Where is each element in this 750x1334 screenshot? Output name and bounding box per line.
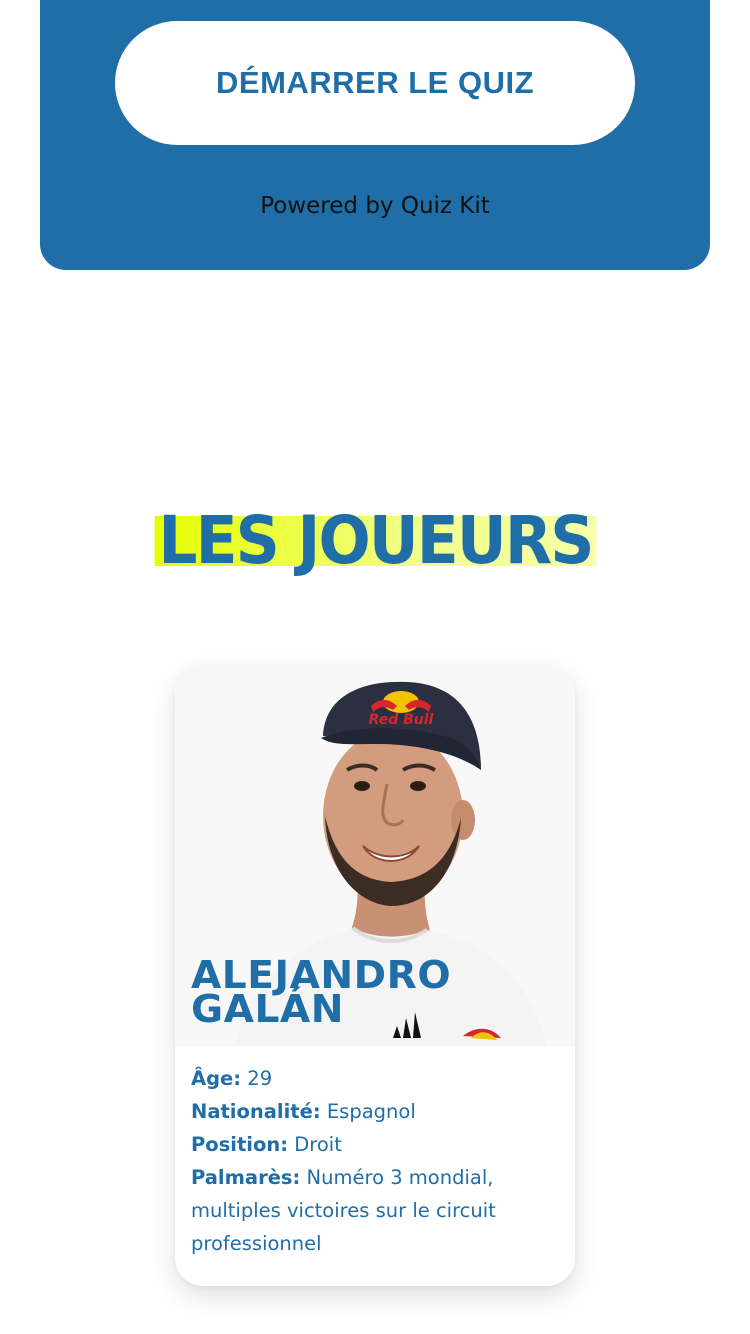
nationality-label: Nationalité: (191, 1100, 321, 1123)
player-name: ALEJANDRO GALÁN (191, 956, 451, 1031)
quiz-panel: DÉMARRER LE QUIZ Powered by Quiz Kit (40, 0, 710, 270)
player-card: Red Bull ALEJANDRO GALÁN Âge: 29 Nationa… (175, 666, 575, 1286)
position-label: Position: (191, 1133, 289, 1156)
age-value: 29 (247, 1067, 273, 1090)
position-row: Position: Droit (191, 1128, 551, 1161)
age-row: Âge: 29 (191, 1062, 551, 1095)
nationality-row: Nationalité: Espagnol (191, 1095, 551, 1128)
age-label: Âge: (191, 1067, 242, 1090)
palmares-label: Palmarès: (191, 1166, 301, 1189)
cap-logo: Red Bull (369, 712, 434, 728)
powered-by-text: Powered by Quiz Kit (260, 193, 490, 219)
player-info: Âge: 29 Nationalité: Espagnol Position: … (191, 1062, 551, 1260)
start-quiz-button[interactable]: DÉMARRER LE QUIZ (115, 21, 635, 145)
palmares-row: Palmarès: Numéro 3 mondial, multiples vi… (191, 1161, 551, 1260)
nationality-value: Espagnol (326, 1100, 416, 1123)
position-value: Droit (294, 1133, 342, 1156)
section-title: LES JOUEURS (154, 505, 596, 577)
player-last-name: GALÁN (191, 987, 344, 1031)
players-section-header: LES JOUEURS (0, 505, 750, 577)
